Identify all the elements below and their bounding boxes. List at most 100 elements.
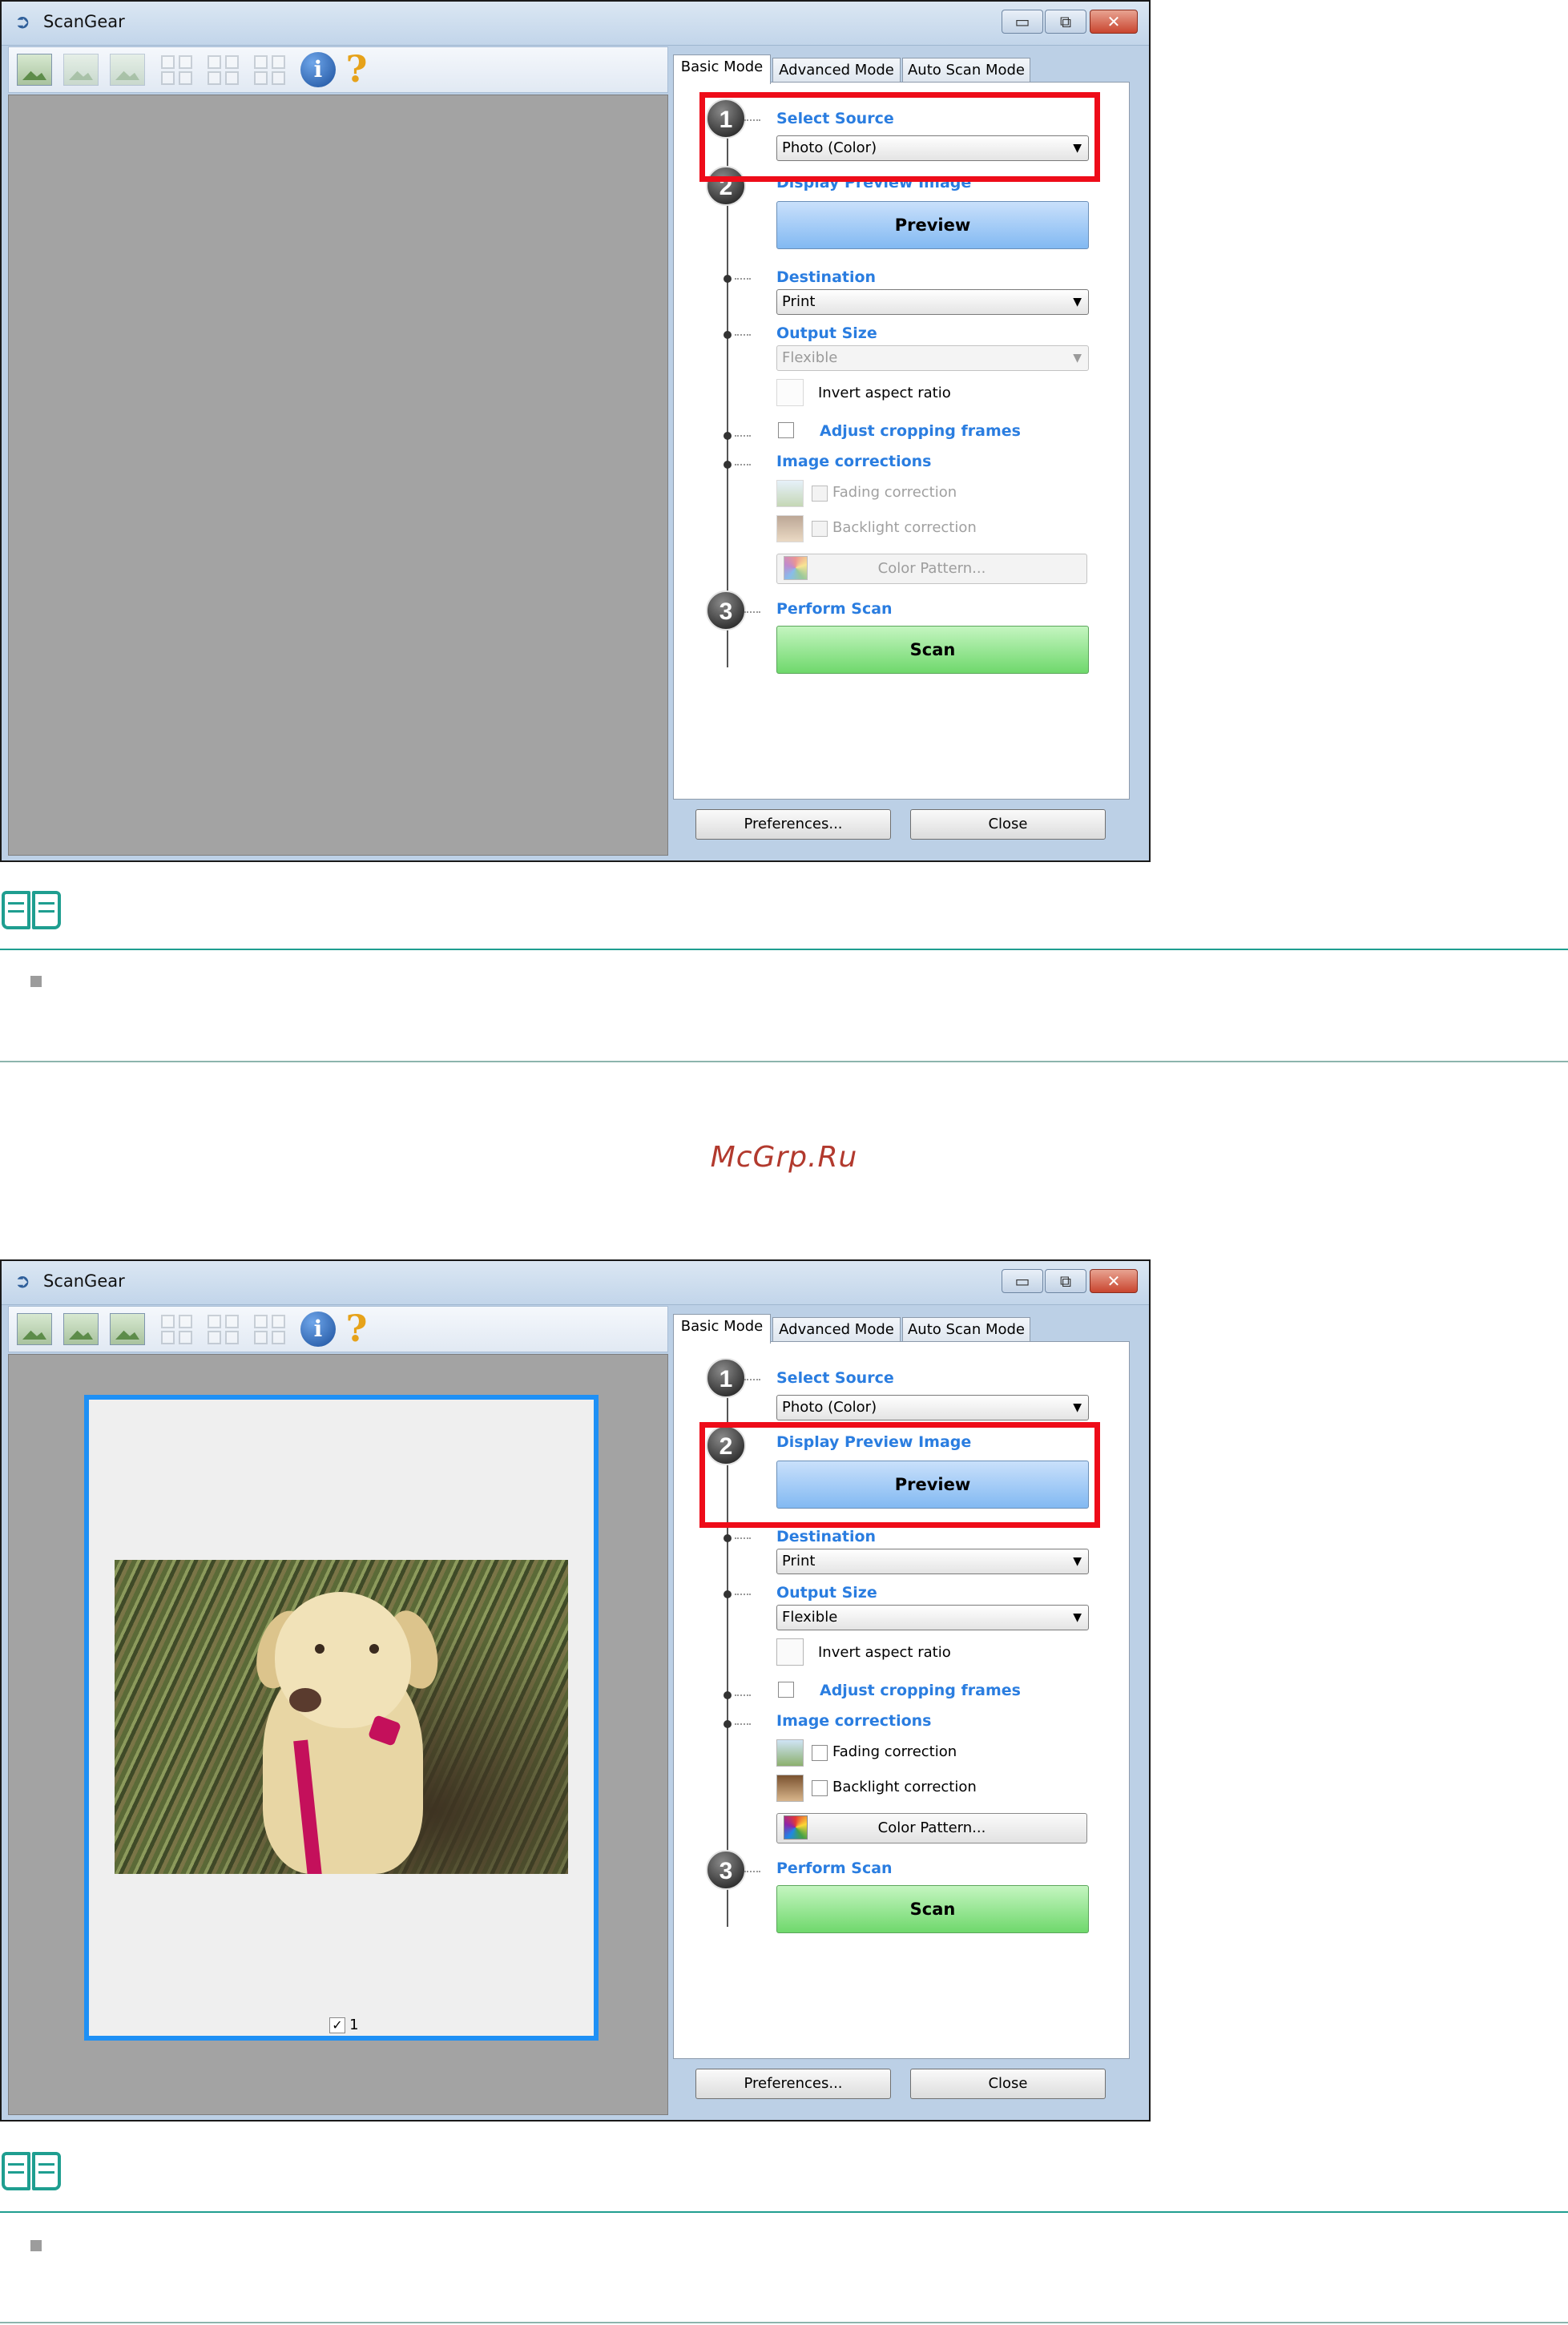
destination-label: Destination xyxy=(776,268,877,286)
invert-aspect-label: Invert aspect ratio xyxy=(818,385,951,401)
help-icon[interactable]: ? xyxy=(341,1308,373,1348)
output-size-label: Output Size xyxy=(776,324,877,342)
frame-grid-6-icon[interactable] xyxy=(254,1313,289,1345)
frame-grid-6-icon[interactable] xyxy=(254,54,289,86)
minimize-button[interactable]: ▭ xyxy=(1002,10,1043,34)
note-rule-top xyxy=(0,949,1568,950)
adjust-cropping-checkbox[interactable] xyxy=(778,1682,794,1698)
note-bullet xyxy=(30,2240,42,2251)
minimize-button[interactable]: ▭ xyxy=(1002,1269,1043,1293)
backlight-correction-label: Backlight correction xyxy=(832,1779,977,1795)
title-bar[interactable]: ➲ ScanGear ▭ ⧉ ✕ xyxy=(2,1261,1149,1305)
scan-button[interactable]: Scan xyxy=(776,626,1089,674)
perform-scan-label: Perform Scan xyxy=(776,1860,893,1877)
fading-correction-checkbox[interactable] xyxy=(812,1745,828,1761)
basic-mode-pane: 1 Select Source Photo (Color) ▼ 2 Displa… xyxy=(673,1341,1130,2059)
rail-dot xyxy=(724,1534,732,1542)
color-pattern-button[interactable]: Color Pattern... xyxy=(776,1813,1087,1843)
image-a-icon[interactable] xyxy=(63,54,99,86)
adjust-cropping-label[interactable]: Adjust cropping frames xyxy=(820,1682,1021,1699)
step-3-badge: 3 xyxy=(706,1850,746,1890)
tab-auto-scan-mode[interactable]: Auto Scan Mode xyxy=(902,58,1030,83)
invert-aspect-icon[interactable] xyxy=(776,1638,804,1666)
tab-auto-scan-mode[interactable]: Auto Scan Mode xyxy=(902,1317,1030,1343)
output-size-select[interactable]: Flexible ▼ xyxy=(776,345,1089,371)
dog-eye xyxy=(369,1644,379,1654)
frame-grid-2-icon[interactable] xyxy=(161,54,196,86)
basic-mode-pane: 1 Select Source Photo (Color) ▼ 2 Displa… xyxy=(673,82,1130,800)
frame-checkbox[interactable]: ✓ xyxy=(329,2017,345,2033)
leader-line xyxy=(735,334,751,336)
step-1-badge: 1 xyxy=(706,1358,746,1398)
leader-line xyxy=(735,1537,751,1539)
image-corrections-label: Image corrections xyxy=(776,1712,932,1730)
note-rule-top xyxy=(0,2211,1568,2213)
color-pattern-icon xyxy=(784,1815,808,1839)
image-b-icon[interactable] xyxy=(110,54,145,86)
close-button[interactable]: Close xyxy=(910,809,1106,840)
color-pattern-label: Color Pattern... xyxy=(877,560,986,577)
info-icon[interactable]: i xyxy=(300,1312,336,1347)
frame-grid-2-icon[interactable] xyxy=(161,1313,196,1345)
frame-grid-4-icon[interactable] xyxy=(208,1313,243,1345)
scanned-photo-dog xyxy=(115,1560,568,1874)
leader-line xyxy=(735,1594,751,1595)
close-window-button[interactable]: ✕ xyxy=(1090,1269,1138,1293)
invert-aspect-label: Invert aspect ratio xyxy=(818,1644,951,1661)
adjust-cropping-label[interactable]: Adjust cropping frames xyxy=(820,422,1021,440)
preview-area[interactable]: ✓ 1 xyxy=(8,1354,668,2115)
fading-correction-checkbox[interactable] xyxy=(812,486,828,502)
backlight-correction-checkbox[interactable] xyxy=(812,1780,828,1796)
window-title: ScanGear xyxy=(43,1271,125,1291)
note-rule-bottom xyxy=(0,1061,1568,1062)
output-size-select[interactable]: Flexible ▼ xyxy=(776,1605,1089,1630)
chevron-down-icon: ▼ xyxy=(1073,1611,1082,1624)
color-pattern-icon xyxy=(784,556,808,580)
close-window-button[interactable]: ✕ xyxy=(1090,10,1138,34)
destination-label: Destination xyxy=(776,1528,877,1545)
preferences-button[interactable]: Preferences... xyxy=(695,2069,891,2099)
note-bullet xyxy=(30,976,42,987)
frame-grid-4-icon[interactable] xyxy=(208,54,243,86)
scan-cropping-frame[interactable]: ✓ 1 xyxy=(84,1395,599,2041)
note-book-icon xyxy=(0,886,66,936)
preview-area[interactable] xyxy=(8,95,668,856)
destination-select[interactable]: Print ▼ xyxy=(776,289,1089,315)
frame-number: 1 xyxy=(349,2017,359,2033)
chevron-down-icon: ▼ xyxy=(1073,352,1082,365)
help-icon[interactable]: ? xyxy=(341,49,373,89)
highlight-display-preview xyxy=(699,1422,1100,1528)
color-pattern-button[interactable]: Color Pattern... xyxy=(776,554,1087,584)
frame-selector[interactable]: ✓ 1 xyxy=(329,2017,359,2033)
tab-basic-mode[interactable]: Basic Mode xyxy=(673,54,771,84)
preferences-button[interactable]: Preferences... xyxy=(695,809,891,840)
image-a-icon[interactable] xyxy=(63,1313,99,1345)
fading-correction-icon xyxy=(776,480,804,507)
watermark-text: McGrp.Ru xyxy=(710,1141,858,1174)
backlight-correction-checkbox[interactable] xyxy=(812,521,828,537)
destination-value: Print xyxy=(782,1553,816,1569)
title-bar[interactable]: ➲ ScanGear ▭ ⧉ ✕ xyxy=(2,2,1149,46)
scan-image-icon[interactable] xyxy=(17,54,52,86)
toolbar: i ? xyxy=(8,46,668,93)
rail-dot xyxy=(724,1590,732,1598)
adjust-cropping-checkbox[interactable] xyxy=(778,422,794,438)
tab-basic-mode[interactable]: Basic Mode xyxy=(673,1314,771,1344)
close-button[interactable]: Close xyxy=(910,2069,1106,2099)
invert-aspect-icon[interactable] xyxy=(776,379,804,406)
destination-select[interactable]: Print ▼ xyxy=(776,1549,1089,1574)
info-icon[interactable]: i xyxy=(300,52,336,87)
tab-advanced-mode[interactable]: Advanced Mode xyxy=(772,58,901,83)
scangear-window-2: ➲ ScanGear ▭ ⧉ ✕ i ? ✓ 1 Basic Mode Adva… xyxy=(0,1259,1151,2122)
scan-button[interactable]: Scan xyxy=(776,1885,1089,1933)
maximize-button[interactable]: ⧉ xyxy=(1045,1269,1086,1293)
maximize-button[interactable]: ⧉ xyxy=(1045,10,1086,34)
backlight-correction-icon xyxy=(776,515,804,542)
source-select[interactable]: Photo (Color) ▼ xyxy=(776,1395,1089,1420)
preview-button[interactable]: Preview xyxy=(776,201,1089,249)
tab-advanced-mode[interactable]: Advanced Mode xyxy=(772,1317,901,1343)
image-b-icon[interactable] xyxy=(110,1313,145,1345)
scan-image-icon[interactable] xyxy=(17,1313,52,1345)
leader-line xyxy=(744,1871,760,1872)
note-book-icon xyxy=(0,2147,66,2197)
